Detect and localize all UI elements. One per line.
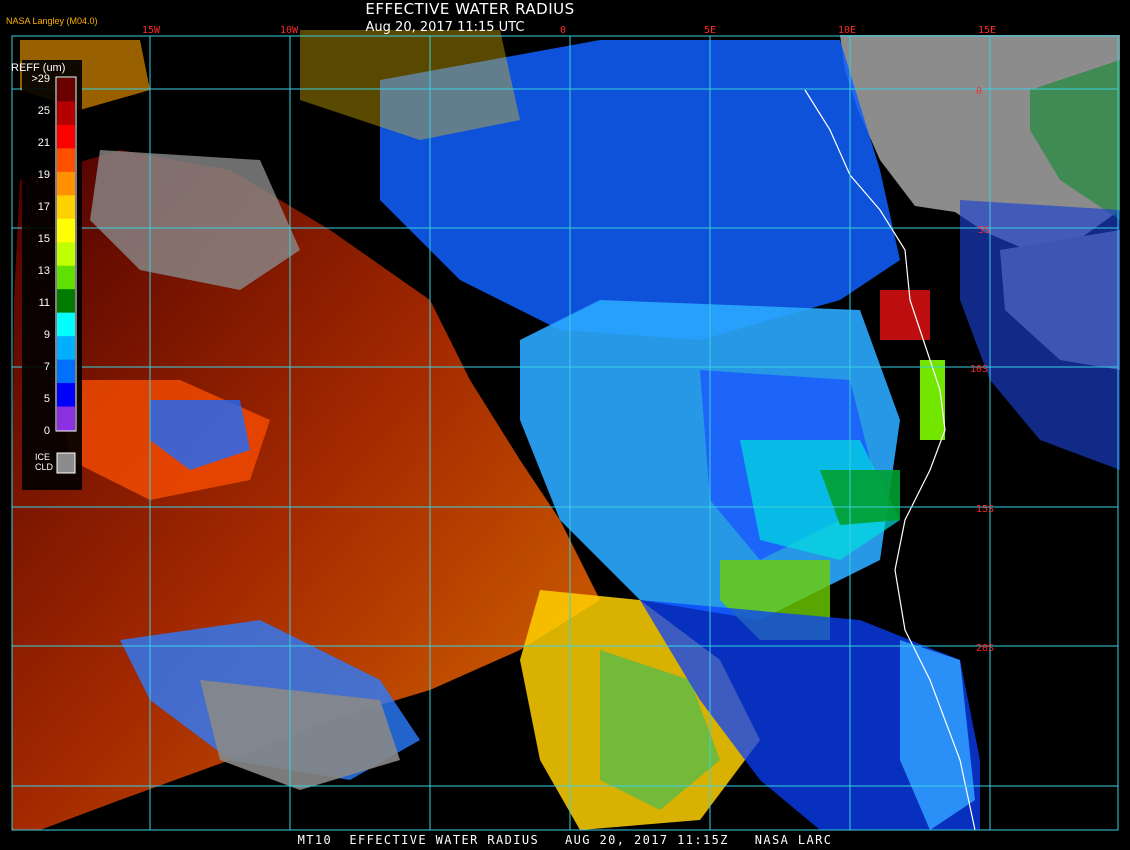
legend-swatch — [57, 101, 75, 126]
legend-swatch — [57, 78, 75, 102]
legend-tick-label: 5 — [44, 393, 50, 405]
satellite-map: 15W 10W 0 5E 10E 15E 0 5S 10S 15S 20S RE… — [0, 0, 1130, 850]
legend-swatch — [57, 218, 75, 243]
lat-label-15s: 15S — [976, 504, 994, 515]
legend-swatch — [57, 289, 75, 314]
lon-label-15w: 15W — [142, 25, 161, 36]
legend-tick-label: 17 — [38, 201, 50, 213]
legend-swatch — [57, 383, 75, 408]
legend-tick-label: 7 — [44, 361, 50, 373]
lat-label-5s: 5S — [978, 225, 990, 236]
lat-label-0: 0 — [976, 86, 982, 97]
legend-swatch — [57, 359, 75, 384]
lon-label-15e: 15E — [978, 25, 996, 36]
legend-tick-label: 19 — [38, 169, 50, 181]
page-title: EFFECTIVE WATER RADIUS — [365, 0, 575, 18]
legend-swatch — [57, 171, 75, 196]
legend-ice-label-2: CLD — [35, 462, 54, 472]
legend-tick-label: 21 — [38, 137, 50, 149]
legend-tick-label: 15 — [38, 233, 50, 245]
legend-tick-label: 0 — [44, 425, 50, 437]
legend-tick-label: 11 — [39, 297, 50, 309]
lon-label-10e: 10E — [838, 25, 856, 36]
lat-label-20s: 20S — [976, 643, 994, 654]
legend-swatch — [57, 195, 75, 220]
lat-label-10s: 10S — [970, 364, 988, 375]
credit-label: NASA Langley (M04.0) — [6, 16, 98, 26]
legend-tick-label: >29 — [31, 73, 50, 85]
lon-label-10w: 10W — [280, 25, 299, 36]
legend-ice-label-1: ICE — [35, 452, 50, 462]
legend-tick-label: 9 — [44, 329, 50, 341]
legend-tick-label: 13 — [38, 265, 50, 277]
footer-caption: MT10 EFFECTIVE WATER RADIUS AUG 20, 2017… — [297, 833, 833, 847]
timestamp: Aug 20, 2017 11:15 UTC — [365, 20, 525, 35]
legend-swatch — [57, 148, 75, 173]
legend-swatch — [57, 124, 75, 149]
legend-swatch — [57, 242, 75, 267]
legend-ice-swatch — [56, 452, 76, 474]
legend-tick-label: 25 — [38, 105, 50, 117]
legend-swatch — [57, 265, 75, 290]
lon-label-5e: 5E — [704, 25, 716, 36]
legend-swatch — [57, 312, 75, 337]
legend-swatch — [57, 336, 75, 361]
legend-swatch — [57, 406, 75, 431]
legend-swatches — [55, 76, 77, 432]
